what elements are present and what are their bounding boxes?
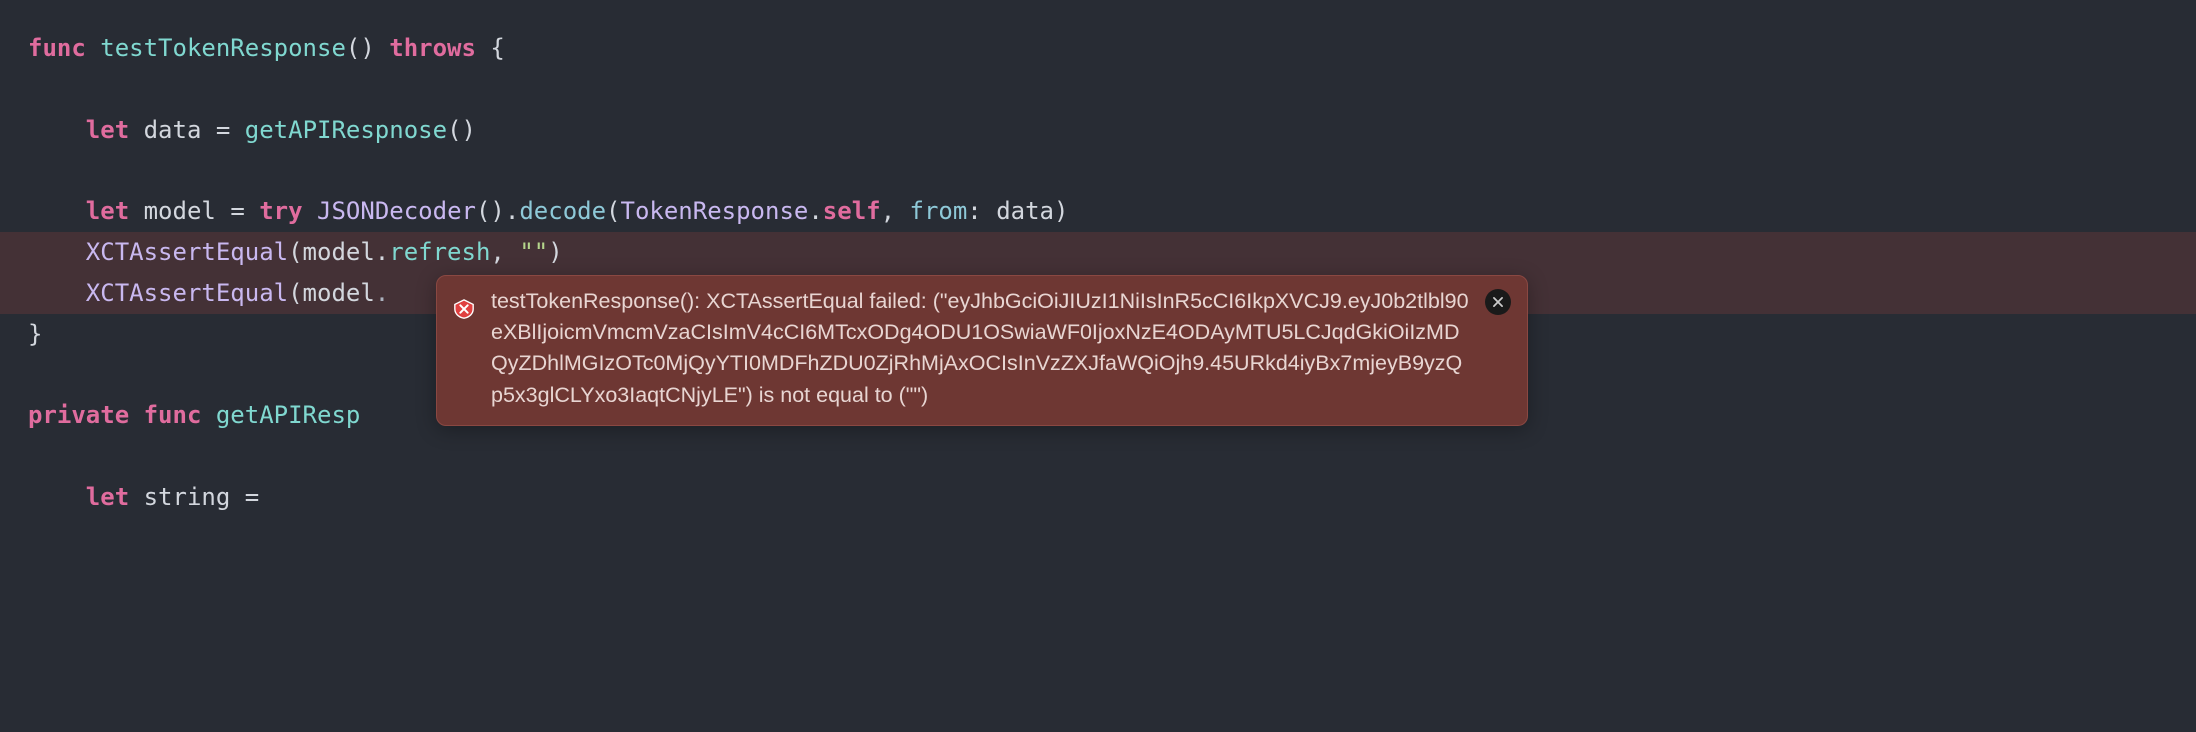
code-line-4[interactable] (0, 150, 2196, 191)
indent (28, 238, 86, 266)
variable: model (129, 197, 230, 225)
argument: model (303, 238, 375, 266)
brace: { (476, 34, 505, 62)
error-message: testTokenResponse(): XCTAssertEqual fail… (491, 286, 1469, 411)
type: JSONDecoder (317, 197, 476, 225)
comma: , (881, 197, 910, 225)
code-line-12[interactable]: let string = (0, 477, 2196, 518)
indent (28, 483, 86, 511)
equals: = (230, 197, 244, 225)
keyword-let: let (86, 116, 129, 144)
indent (28, 197, 86, 225)
method: decode (519, 197, 606, 225)
paren-open: ( (288, 279, 302, 307)
function-name: testTokenResponse (100, 34, 346, 62)
parens: () (476, 197, 505, 225)
keyword-func: func (28, 34, 86, 62)
error-tooltip: testTokenResponse(): XCTAssertEqual fail… (436, 275, 1528, 426)
keyword-try: try (259, 197, 302, 225)
close-button[interactable] (1485, 289, 1511, 315)
keyword-func: func (144, 401, 202, 429)
function-call: getAPIRespnose (245, 116, 447, 144)
function-name: getAPIResp (216, 401, 361, 429)
space (245, 197, 259, 225)
space (303, 197, 317, 225)
assert-function: XCTAssertEqual (86, 238, 288, 266)
paren-open: ( (606, 197, 620, 225)
parens: () (346, 34, 375, 62)
keyword-throws: throws (389, 34, 476, 62)
paren-close: ) (548, 238, 562, 266)
space (230, 116, 244, 144)
equals: = (216, 116, 230, 144)
error-icon (453, 292, 475, 314)
code-line-6[interactable]: XCTAssertEqual(model.refresh, "") (0, 232, 2196, 273)
partial-dot: . (375, 279, 389, 307)
variable: string (129, 483, 245, 511)
keyword-self: self (823, 197, 881, 225)
argument: model (303, 279, 375, 307)
keyword-let: let (86, 483, 129, 511)
space (201, 401, 215, 429)
type: TokenResponse (621, 197, 809, 225)
paren-close: ) (1054, 197, 1068, 225)
space (129, 401, 143, 429)
code-line-11[interactable] (0, 436, 2196, 477)
parens: () (447, 116, 476, 144)
argument: data (996, 197, 1054, 225)
code-line-2[interactable] (0, 69, 2196, 110)
string-literal: "" (519, 238, 548, 266)
code-line-1[interactable]: func testTokenResponse() throws { (0, 28, 2196, 69)
colon: : (967, 197, 996, 225)
code-line-3[interactable]: let data = getAPIRespnose() (0, 110, 2196, 151)
indent (28, 279, 86, 307)
keyword-private: private (28, 401, 129, 429)
assert-function: XCTAssertEqual (86, 279, 288, 307)
property: refresh (389, 238, 490, 266)
paren-open: ( (288, 238, 302, 266)
param-label: from (910, 197, 968, 225)
dot: . (808, 197, 822, 225)
keyword-let: let (86, 197, 129, 225)
close-icon (1491, 295, 1505, 309)
code-line-5[interactable]: let model = try JSONDecoder().decode(Tok… (0, 191, 2196, 232)
comma: , (490, 238, 519, 266)
indent (28, 116, 86, 144)
variable: data (129, 116, 216, 144)
dot: . (375, 238, 389, 266)
dot: . (505, 197, 519, 225)
equals: = (245, 483, 259, 511)
brace: } (28, 320, 42, 348)
